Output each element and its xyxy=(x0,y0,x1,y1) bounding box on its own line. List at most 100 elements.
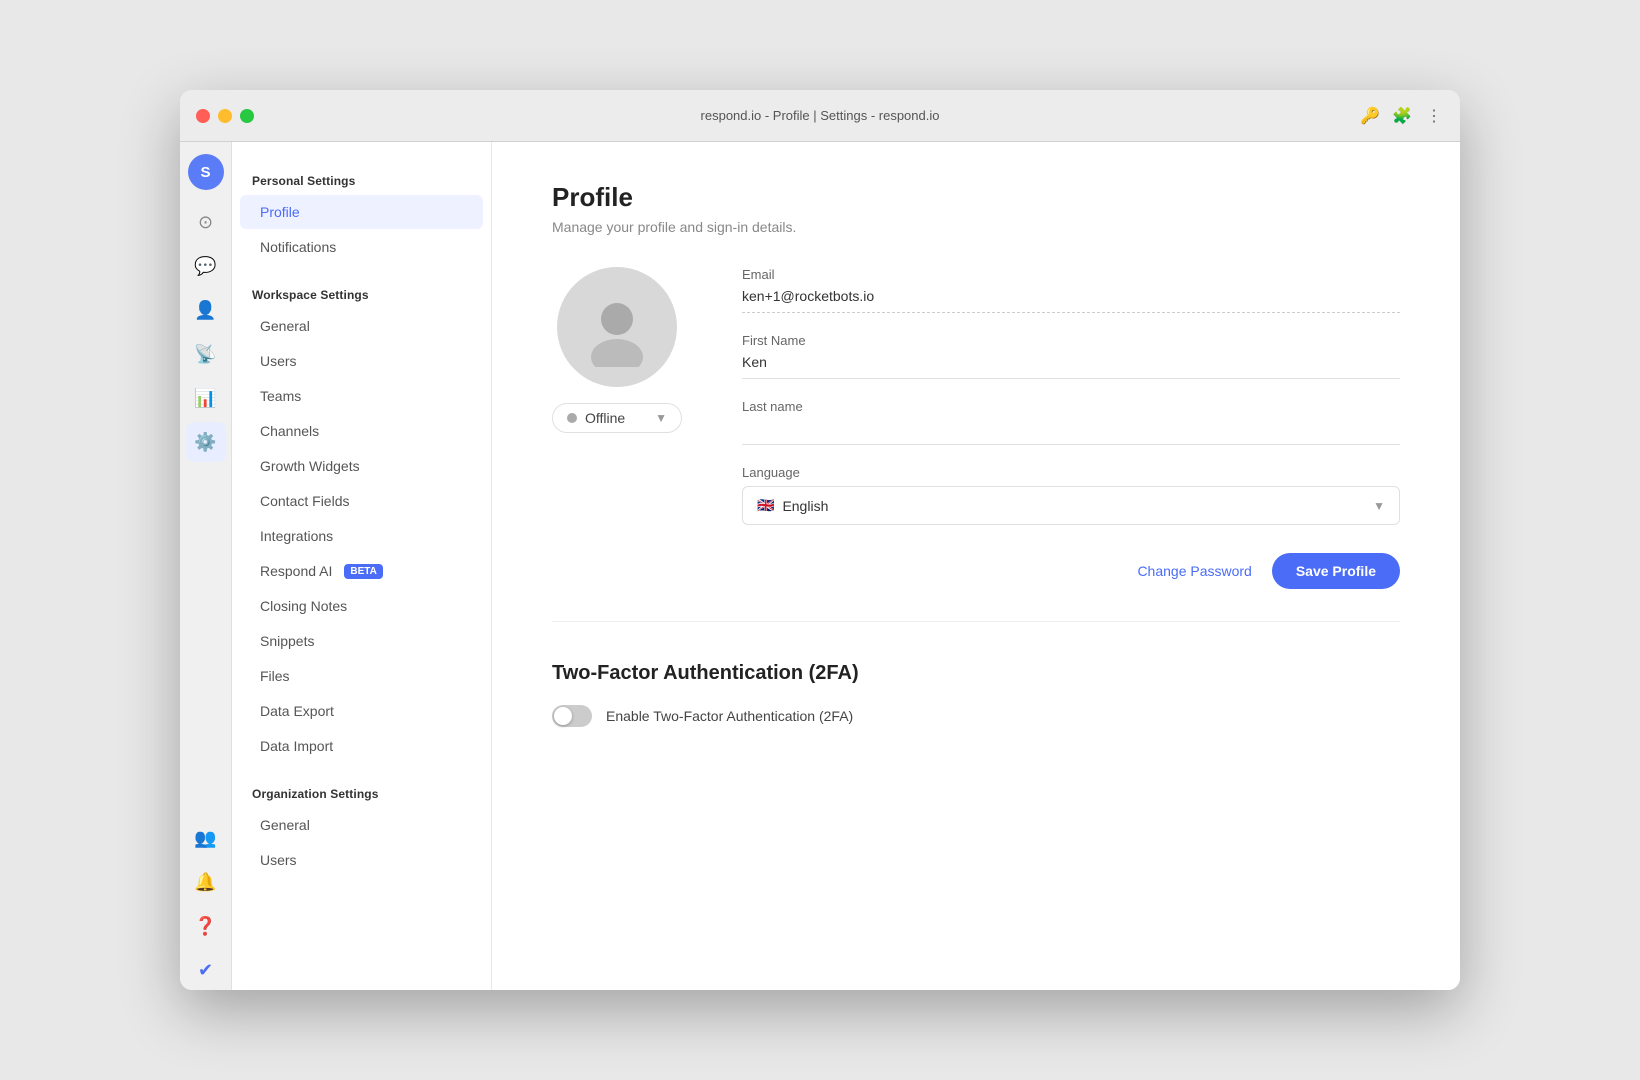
channels-label: Channels xyxy=(260,423,319,439)
user-avatar-rail[interactable]: S xyxy=(188,154,224,190)
closing-notes-label: Closing Notes xyxy=(260,598,347,614)
sidebar-item-files[interactable]: Files xyxy=(240,659,483,693)
beta-badge: BETA xyxy=(344,564,382,579)
sidebar-item-channels[interactable]: Channels xyxy=(240,414,483,448)
tfa-title: Two-Factor Authentication (2FA) xyxy=(552,662,1400,685)
sidebar-item-contact-fields[interactable]: Contact Fields xyxy=(240,484,483,518)
app-window: respond.io - Profile | Settings - respon… xyxy=(180,90,1460,990)
sidebar-item-profile[interactable]: Profile xyxy=(240,195,483,229)
sidebar-item-snippets[interactable]: Snippets xyxy=(240,624,483,658)
titlebar-actions: 🔑 🧩 ⋮ xyxy=(1360,106,1444,126)
change-password-button[interactable]: Change Password xyxy=(1137,563,1251,579)
profile-section: Offline ▼ Email ken+1@rocketbots.io Firs… xyxy=(552,267,1400,622)
files-label: Files xyxy=(260,668,290,684)
extension-icon[interactable]: 🧩 xyxy=(1392,106,1412,126)
form-fields: Email ken+1@rocketbots.io First Name Las… xyxy=(742,267,1400,589)
email-value: ken+1@rocketbots.io xyxy=(742,288,1400,313)
bell-icon[interactable]: 🔔 xyxy=(186,862,226,902)
organization-settings-heading: Organization Settings xyxy=(232,775,491,807)
language-left: 🇬🇧 English xyxy=(757,497,828,514)
sidebar-item-closing-notes[interactable]: Closing Notes xyxy=(240,589,483,623)
language-group: Language 🇬🇧 English ▼ xyxy=(742,465,1400,525)
tfa-label: Enable Two-Factor Authentication (2FA) xyxy=(606,708,853,724)
page-subtitle: Manage your profile and sign-in details. xyxy=(552,219,1400,235)
window-title: respond.io - Profile | Settings - respon… xyxy=(701,108,940,123)
sidebar-item-org-general[interactable]: General xyxy=(240,808,483,842)
tfa-section: Two-Factor Authentication (2FA) Enable T… xyxy=(552,654,1400,727)
reports-icon[interactable]: 📊 xyxy=(186,378,226,418)
main-content: Profile Manage your profile and sign-in … xyxy=(492,142,1460,990)
traffic-lights xyxy=(196,109,254,123)
data-import-label: Data Import xyxy=(260,738,333,754)
language-flag: 🇬🇧 xyxy=(757,497,774,514)
key-icon[interactable]: 🔑 xyxy=(1360,106,1380,126)
sidebar-item-data-import[interactable]: Data Import xyxy=(240,729,483,763)
sidebar-item-integrations[interactable]: Integrations xyxy=(240,519,483,553)
last-name-group: Last name xyxy=(742,399,1400,445)
status-dot xyxy=(567,413,577,423)
first-name-group: First Name xyxy=(742,333,1400,379)
teams-label: Teams xyxy=(260,388,301,404)
close-button[interactable] xyxy=(196,109,210,123)
language-label: Language xyxy=(742,465,1400,480)
help-icon[interactable]: ❓ xyxy=(186,906,226,946)
language-select[interactable]: 🇬🇧 English ▼ xyxy=(742,486,1400,525)
integrations-label: Integrations xyxy=(260,528,333,544)
chevron-down-icon: ▼ xyxy=(1373,499,1385,513)
data-export-label: Data Export xyxy=(260,703,334,719)
email-group: Email ken+1@rocketbots.io xyxy=(742,267,1400,313)
maximize-button[interactable] xyxy=(240,109,254,123)
growth-widgets-label: Growth Widgets xyxy=(260,458,360,474)
checkmark-icon[interactable]: ✔ xyxy=(186,950,226,990)
status-dropdown[interactable]: Offline ▼ xyxy=(552,403,682,433)
sidebar-item-org-users[interactable]: Users xyxy=(240,843,483,877)
sidebar-item-general[interactable]: General xyxy=(240,309,483,343)
sidebar-item-teams[interactable]: Teams xyxy=(240,379,483,413)
save-profile-button[interactable]: Save Profile xyxy=(1272,553,1400,589)
chevron-down-icon: ▼ xyxy=(655,411,667,425)
last-name-input[interactable] xyxy=(742,420,1400,445)
last-name-label: Last name xyxy=(742,399,1400,414)
first-name-input[interactable] xyxy=(742,354,1400,379)
sidebar-item-users[interactable]: Users xyxy=(240,344,483,378)
respond-ai-label: Respond AI xyxy=(260,563,332,579)
broadcast-icon[interactable]: 📡 xyxy=(186,334,226,374)
personal-settings-heading: Personal Settings xyxy=(232,162,491,194)
sidebar-item-data-export[interactable]: Data Export xyxy=(240,694,483,728)
profile-label: Profile xyxy=(260,204,300,220)
more-icon[interactable]: ⋮ xyxy=(1424,106,1444,126)
minimize-button[interactable] xyxy=(218,109,232,123)
workspace-settings-heading: Workspace Settings xyxy=(232,276,491,308)
dashboard-icon[interactable]: ⊙ xyxy=(186,202,226,242)
sidebar: Personal Settings Profile Notifications … xyxy=(232,142,492,990)
sidebar-item-notifications[interactable]: Notifications xyxy=(240,230,483,264)
sidebar-item-respond-ai[interactable]: Respond AI BETA xyxy=(240,554,483,588)
status-label: Offline xyxy=(585,410,625,426)
language-value: English xyxy=(782,498,828,514)
tfa-toggle[interactable] xyxy=(552,705,592,727)
first-name-label: First Name xyxy=(742,333,1400,348)
app-body: S ⊙ 💬 👤 📡 📊 ⚙️ 👥 🔔 ❓ ✔ Personal Settings… xyxy=(180,142,1460,990)
contacts-icon[interactable]: 👤 xyxy=(186,290,226,330)
org-general-label: General xyxy=(260,817,310,833)
settings-icon[interactable]: ⚙️ xyxy=(186,422,226,462)
avatar[interactable] xyxy=(557,267,677,387)
titlebar: respond.io - Profile | Settings - respon… xyxy=(180,90,1460,142)
avatar-icon xyxy=(577,287,657,367)
sidebar-item-growth-widgets[interactable]: Growth Widgets xyxy=(240,449,483,483)
action-row: Change Password Save Profile xyxy=(742,553,1400,589)
page-title: Profile xyxy=(552,182,1400,213)
avatar-area: Offline ▼ xyxy=(552,267,682,433)
users-label: Users xyxy=(260,353,297,369)
toggle-knob xyxy=(554,707,572,725)
tfa-row: Enable Two-Factor Authentication (2FA) xyxy=(552,705,1400,727)
email-label: Email xyxy=(742,267,1400,282)
general-label: General xyxy=(260,318,310,334)
org-users-label: Users xyxy=(260,852,297,868)
icon-rail: S ⊙ 💬 👤 📡 📊 ⚙️ 👥 🔔 ❓ ✔ xyxy=(180,142,232,990)
snippets-label: Snippets xyxy=(260,633,314,649)
notifications-label: Notifications xyxy=(260,239,336,255)
chat-icon[interactable]: 💬 xyxy=(186,246,226,286)
contact-fields-label: Contact Fields xyxy=(260,493,349,509)
people-icon[interactable]: 👥 xyxy=(186,818,226,858)
